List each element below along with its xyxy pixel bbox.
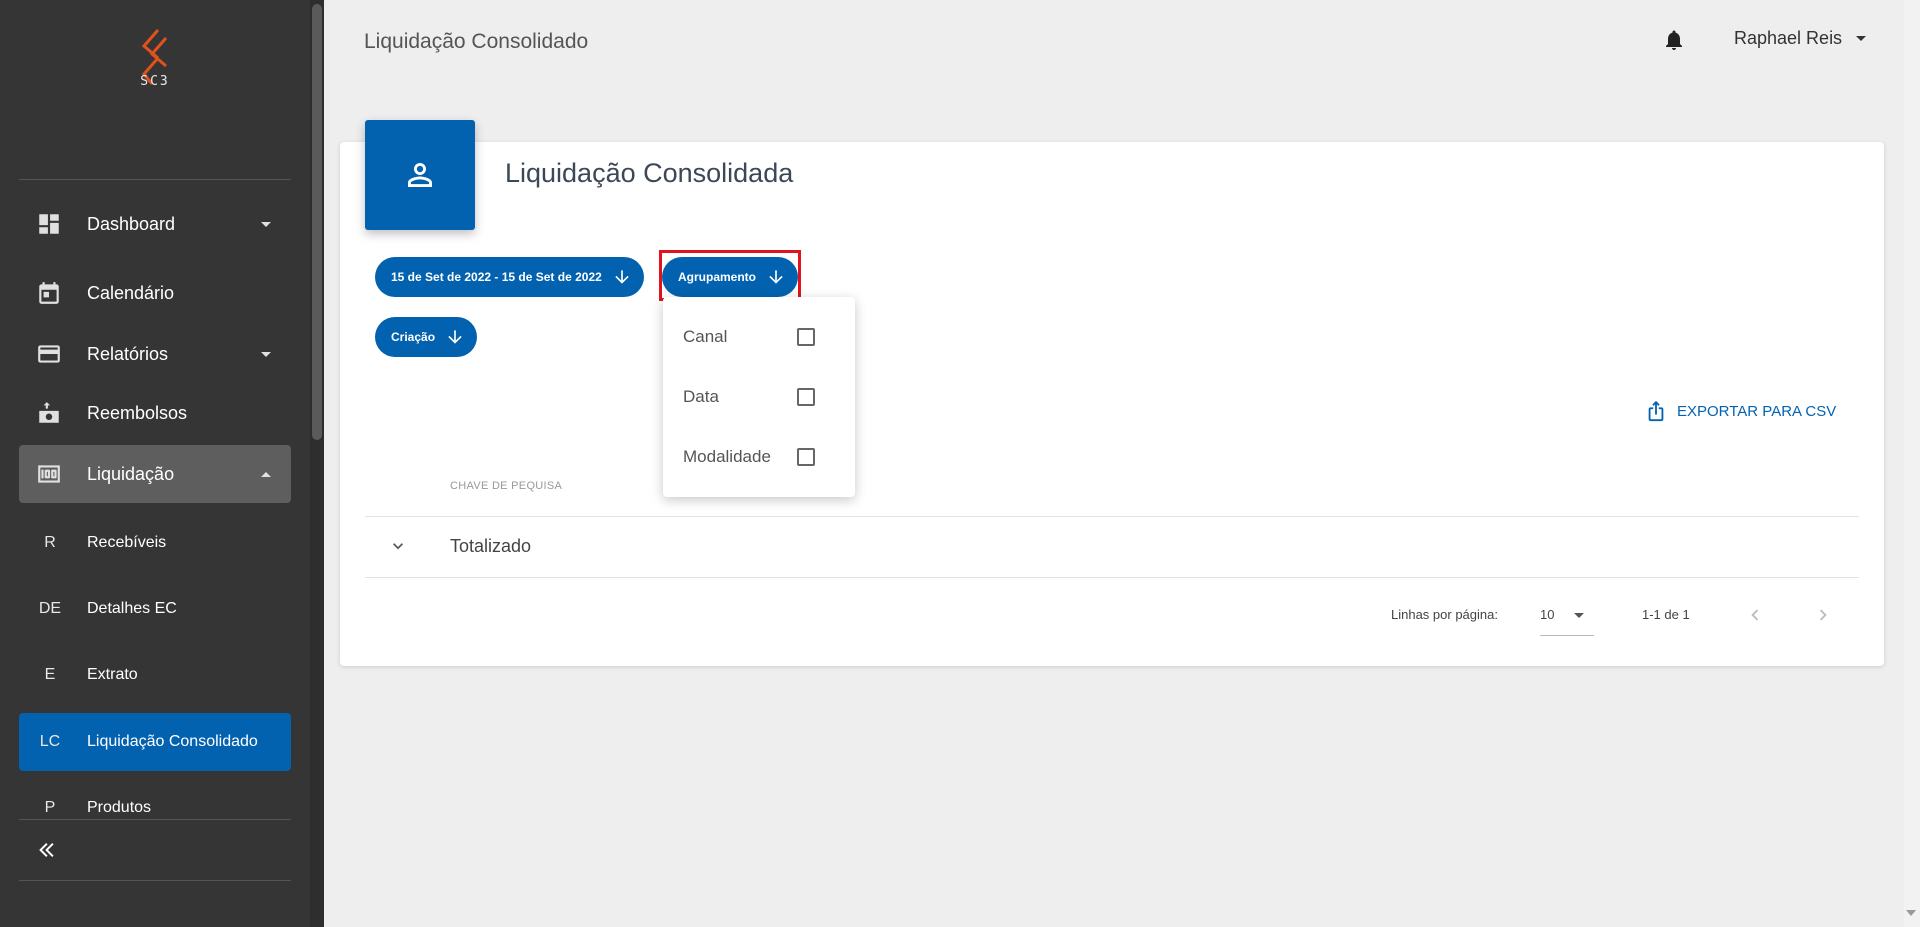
grouping-option-data[interactable]: Data bbox=[663, 372, 855, 422]
grouping-option-modalidade[interactable]: Modalidade bbox=[663, 432, 855, 482]
sidebar-item-produtos[interactable]: P Produtos bbox=[19, 779, 291, 837]
sidebar-item-label: Dashboard bbox=[87, 213, 176, 234]
money-refund-icon bbox=[36, 400, 62, 426]
dashboard-icon bbox=[36, 211, 62, 237]
pagination-range: 1-1 de 1 bbox=[1642, 607, 1690, 622]
sidebar-item-label: Relatórios bbox=[87, 343, 169, 364]
sidebar-item-extrato[interactable]: E Extrato bbox=[19, 646, 291, 704]
sidebar-item-abbr: P bbox=[44, 799, 56, 816]
sidebar-item-recebiveis[interactable]: R Recebíveis bbox=[19, 514, 291, 572]
sidebar-item-label: Liquidação Consolidado bbox=[87, 733, 258, 750]
creation-filter[interactable]: Criação bbox=[375, 317, 478, 357]
sidebar-item-reembolsos[interactable]: Reembolsos bbox=[19, 384, 291, 442]
expand-row-chevron-icon[interactable] bbox=[388, 536, 408, 556]
sidebar-item-abbr: E bbox=[44, 666, 56, 683]
arrow-down-icon bbox=[615, 270, 629, 284]
grouping-option-canal[interactable]: Canal bbox=[663, 312, 855, 362]
money-icon bbox=[36, 461, 62, 487]
chevron-right-icon bbox=[1819, 609, 1827, 621]
sidebar-item-detalhes-ec[interactable]: DE Detalhes EC bbox=[19, 580, 291, 638]
rows-per-page-label: Linhas por página: bbox=[1391, 607, 1498, 622]
chevron-left-icon bbox=[1751, 609, 1759, 621]
grouping-option-label: Canal bbox=[683, 327, 728, 346]
grouping-highlight-box bbox=[659, 250, 801, 301]
user-name: Raphael Reis bbox=[1734, 28, 1843, 48]
user-menu[interactable]: Raphael Reis bbox=[1734, 28, 1867, 49]
credit-card-icon bbox=[36, 341, 62, 367]
sidebar-item-calendario[interactable]: Calendário bbox=[19, 264, 291, 322]
date-range-label: 15 de Set de 2022 - 15 de Set de 2022 bbox=[391, 270, 602, 284]
card-title: Liquidação Consolidada bbox=[505, 158, 794, 188]
export-csv-button[interactable]: EXPORTAR PARA CSV bbox=[1645, 400, 1836, 422]
table-divider bbox=[365, 577, 1859, 578]
rows-per-page-select[interactable]: 10 bbox=[1540, 600, 1594, 636]
creation-label: Criação bbox=[391, 330, 436, 344]
app-root: SC3 Dashboard Calendário Relatórios Reem… bbox=[0, 0, 1920, 927]
card-header-badge bbox=[365, 120, 475, 230]
checkbox[interactable] bbox=[797, 328, 815, 346]
person-icon bbox=[408, 163, 432, 187]
sidebar-item-liquidacao-consolidado[interactable]: LC Liquidação Consolidado bbox=[19, 713, 291, 771]
sidebar-divider bbox=[19, 179, 291, 180]
previous-page-button[interactable] bbox=[1744, 604, 1766, 626]
checkbox[interactable] bbox=[797, 388, 815, 406]
sidebar-item-label: Produtos bbox=[87, 799, 152, 816]
sidebar-item-label: Liquidação bbox=[87, 463, 175, 484]
scroll-down-arrow-icon[interactable] bbox=[1906, 910, 1916, 916]
sidebar-item-label: Detalhes EC bbox=[87, 600, 177, 617]
date-range-filter[interactable]: 15 de Set de 2022 - 15 de Set de 2022 bbox=[375, 257, 644, 297]
arrow-down-icon bbox=[448, 330, 462, 344]
chevron-down-icon bbox=[1856, 36, 1867, 41]
table-row: Totalizado bbox=[450, 536, 532, 556]
sidebar-item-label: Reembolsos bbox=[87, 402, 188, 423]
table-divider bbox=[365, 516, 1859, 517]
sidebar-item-abbr: LC bbox=[39, 733, 61, 750]
sidebar-item-liquidacao[interactable]: Liquidação bbox=[19, 445, 291, 503]
grouping-option-label: Modalidade bbox=[683, 447, 771, 466]
share-export-icon bbox=[1648, 400, 1664, 422]
rows-per-page-value: 10 bbox=[1540, 607, 1555, 622]
sidebar-item-abbr: R bbox=[44, 534, 56, 551]
chevron-up-icon bbox=[261, 471, 271, 477]
grouping-dropdown-menu: Canal Data Modalidade bbox=[663, 297, 855, 497]
sidebar-item-label: Extrato bbox=[87, 666, 138, 683]
export-csv-label: EXPORTAR PARA CSV bbox=[1677, 402, 1837, 420]
chevron-down-icon bbox=[261, 351, 271, 357]
logo-text: SC3 bbox=[140, 74, 170, 89]
next-page-button[interactable] bbox=[1812, 604, 1834, 626]
sidebar-item-dashboard[interactable]: Dashboard bbox=[19, 195, 291, 253]
sidebar-item-label: Recebíveis bbox=[87, 534, 167, 551]
notifications-bell-icon[interactable] bbox=[1662, 28, 1686, 52]
sidebar-scrollbar-thumb[interactable] bbox=[312, 4, 322, 440]
sidebar-divider bbox=[19, 819, 291, 820]
sidebar-item-relatorios[interactable]: Relatórios bbox=[19, 325, 291, 383]
chevron-down-icon bbox=[261, 221, 271, 227]
sidebar-item-label: Calendário bbox=[87, 282, 175, 303]
column-header-search-key: CHAVE DE PEQUISA bbox=[450, 480, 563, 492]
page-title: Liquidação Consolidado bbox=[364, 30, 589, 53]
calendar-icon bbox=[36, 280, 62, 306]
sidebar-divider bbox=[19, 880, 291, 881]
sidebar: SC3 Dashboard Calendário Relatórios Reem… bbox=[0, 0, 324, 927]
sidebar-item-abbr: DE bbox=[38, 600, 62, 617]
checkbox[interactable] bbox=[797, 448, 815, 466]
grouping-option-label: Data bbox=[683, 387, 719, 406]
page-scrollbar-track[interactable] bbox=[1904, 0, 1920, 927]
collapse-sidebar-icon[interactable] bbox=[36, 838, 60, 862]
chevron-down-icon bbox=[1574, 613, 1584, 618]
